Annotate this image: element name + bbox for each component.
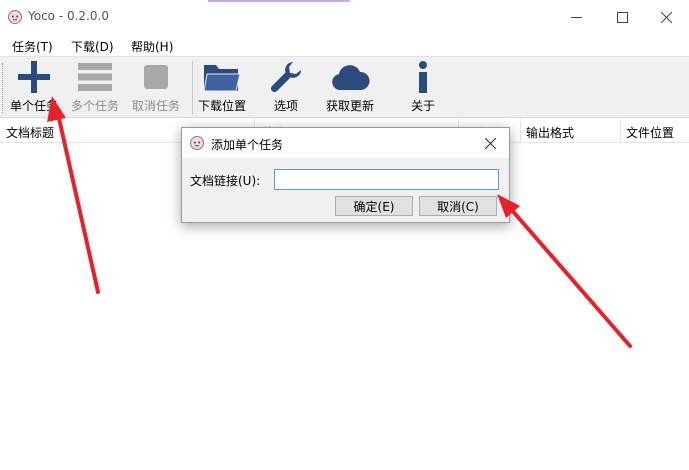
menu-bar: 任务(T) 下载(D) 帮助(H) [0,34,689,56]
dialog-title: 添加单个任务 [211,138,284,152]
multi-task-label: 多个任务 [71,99,120,113]
column-divider[interactable] [620,119,621,143]
cloud-icon [332,65,370,90]
cancel-task-button[interactable]: 取消任务 [132,59,180,117]
document-link-input[interactable] [274,169,499,190]
column-header-title[interactable]: 文档标题 [6,124,54,141]
download-location-button[interactable]: 下载位置 [198,59,246,117]
stop-icon [144,65,168,89]
close-icon [660,11,672,23]
close-icon [484,137,496,149]
about-button[interactable]: 关于 [403,59,443,117]
minimize-icon [570,16,582,18]
maximize-icon [616,11,628,23]
window-title: Yoco - 0.2.0.0 [28,9,109,23]
check-update-button[interactable]: 获取更新 [326,59,374,117]
menu-help[interactable]: 帮助(H) [131,38,173,55]
about-label: 关于 [410,99,435,113]
ok-button[interactable]: 确定(E) [335,196,413,216]
column-divider[interactable] [520,119,521,143]
toolbar-separator [192,61,193,115]
document-link-label: 文档链接(U): [190,174,261,188]
cancel-task-label: 取消任务 [132,99,181,113]
check-update-label: 获取更新 [326,99,375,113]
column-header-format[interactable]: 输出格式 [526,124,574,141]
cancel-button[interactable]: 取消(C) [419,196,497,216]
multi-task-button[interactable]: 多个任务 [71,59,119,117]
info-icon [419,61,427,93]
column-header-location[interactable]: 文件位置 [626,124,674,141]
toolbar: 单个任务 多个任务 取消任务 下载位置 选项 获取更新 关于 [0,56,689,118]
wrench-icon [270,62,301,93]
options-label: 选项 [273,99,298,113]
dialog-close-button[interactable] [479,132,501,154]
single-task-label: 单个任务 [10,99,59,113]
minimize-button[interactable] [553,0,599,34]
options-button[interactable]: 选项 [266,59,306,117]
list-icon [78,63,112,91]
download-location-label: 下载位置 [198,99,247,113]
add-single-task-dialog: 添加单个任务 文档链接(U): 确定(E) 取消(C) [181,127,510,223]
folder-icon [203,65,241,92]
menu-task[interactable]: 任务(T) [12,38,53,55]
maximize-button[interactable] [599,0,645,34]
app-icon [8,10,22,24]
dialog-title-bar: 添加单个任务 [182,128,509,158]
app-icon [190,136,204,150]
title-accent-line [208,0,350,2]
menu-download[interactable]: 下载(D) [71,38,114,55]
single-task-button[interactable]: 单个任务 [10,59,58,117]
close-button[interactable] [643,0,689,34]
plus-icon [18,61,50,93]
toolbar-grip [2,63,5,113]
title-bar: Yoco - 0.2.0.0 [0,0,689,34]
